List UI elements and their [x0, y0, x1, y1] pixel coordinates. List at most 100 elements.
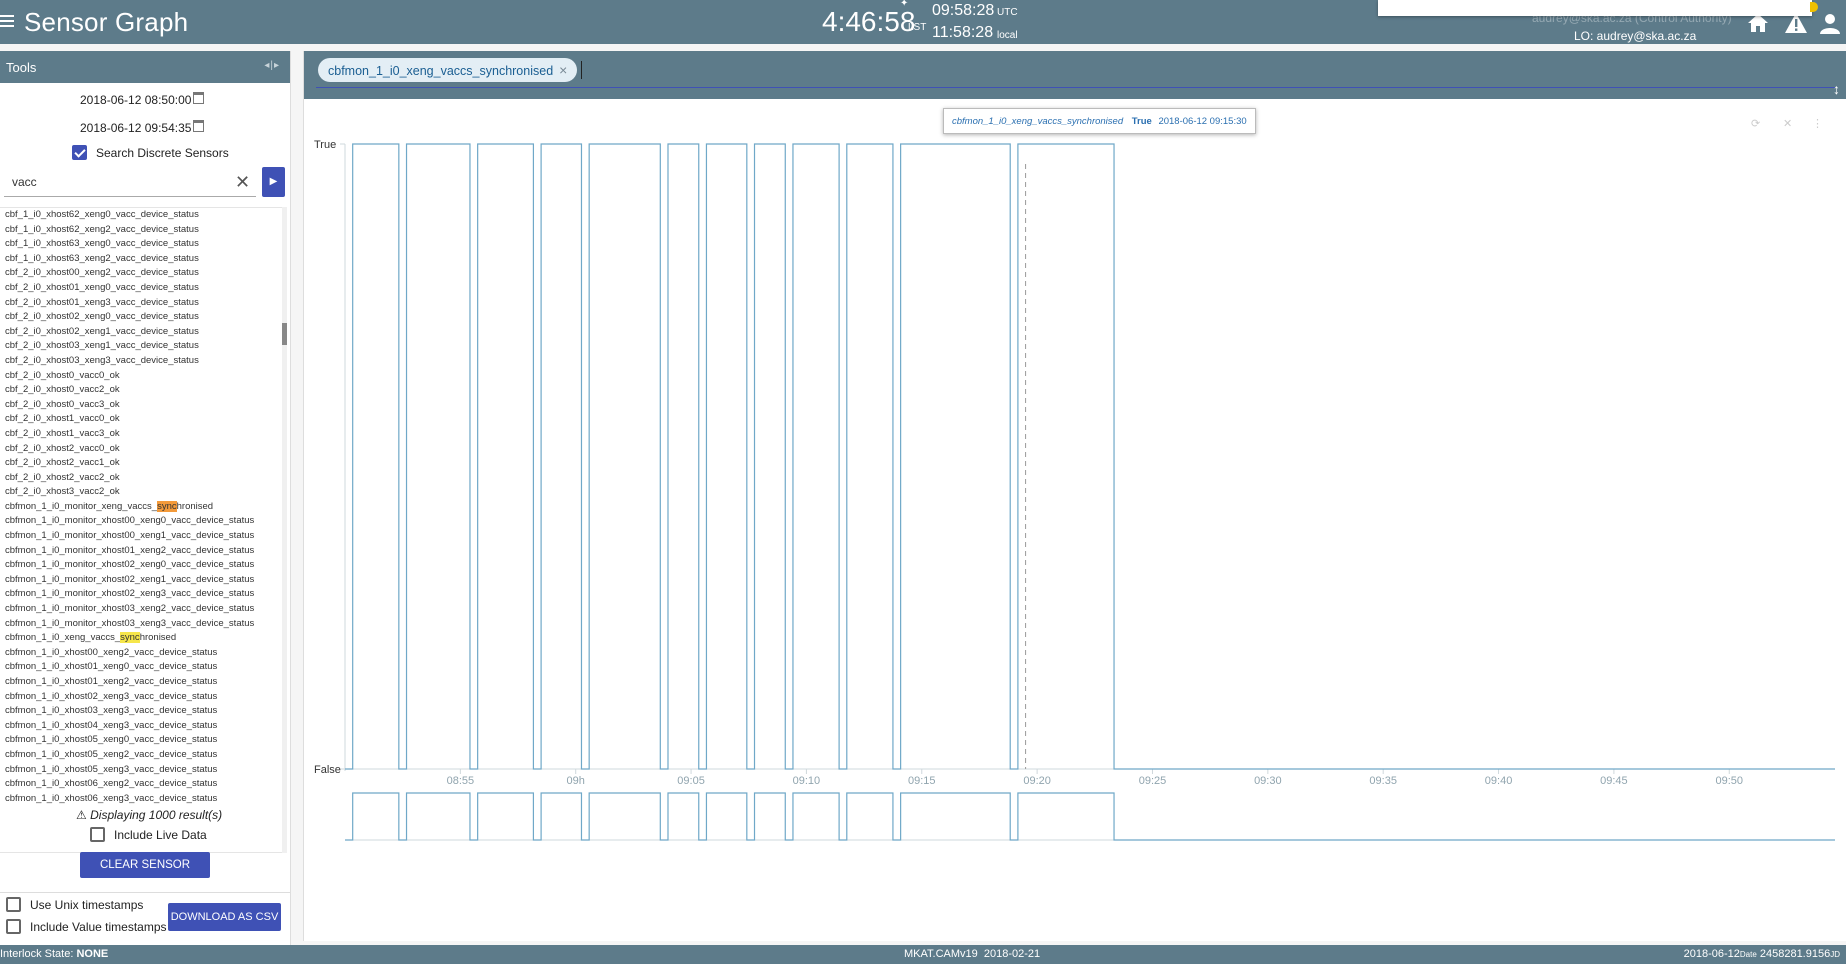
result-list-item[interactable]: cbf_2_i0_xhost03_xeng1_vacc_device_statu… [0, 339, 287, 354]
result-list-item[interactable]: cbfmon_1_i0_monitor_xhost00_xeng0_vacc_d… [0, 514, 287, 529]
chart-tooltip: cbfmon_1_i0_xeng_vaccs_synchronised True… [943, 108, 1256, 134]
result-list-item[interactable]: cbfmon_1_i0_xhost05_xeng3_vacc_device_st… [0, 763, 287, 778]
result-list-item[interactable]: cbfmon_1_i0_xhost01_xeng0_vacc_device_st… [0, 660, 287, 675]
search-match-highlight: sync [120, 632, 140, 644]
app-title: Sensor Graph [24, 7, 189, 37]
result-list-item[interactable]: cbf_2_i0_xhost2_vacc2_ok [0, 471, 287, 486]
result-list-item[interactable]: cbf_2_i0_xhost02_xeng1_vacc_device_statu… [0, 325, 287, 340]
refresh-icon[interactable]: ⟳ [1751, 117, 1760, 130]
series-line [345, 143, 1835, 770]
x-tick-label: 09:45 [1600, 775, 1628, 787]
result-list-item[interactable]: cbf_2_i0_xhost2_vacc0_ok [0, 442, 287, 457]
result-item-text: cbf_2_i0_xhost02_xeng1_vacc_device_statu… [5, 325, 199, 337]
result-list-item[interactable]: cbfmon_1_i0_xhost05_xeng2_vacc_device_st… [0, 748, 287, 763]
search-submit-button[interactable]: ▶ [262, 167, 285, 197]
search-match-highlight: sync [157, 500, 177, 512]
resize-handle-icon[interactable]: ↕ [1833, 81, 1840, 97]
result-list-item[interactable]: cbfmon_1_i0_xhost02_xeng3_vacc_device_st… [0, 690, 287, 705]
version-name: MKAT.CAMv19 [904, 948, 978, 960]
end-date-picker[interactable]: 2018-06-12 09:54:35 [0, 117, 291, 139]
result-list-item[interactable]: cbf_2_i0_xhost00_xeng2_vacc_device_statu… [0, 266, 287, 281]
result-item-text: cbf_2_i0_xhost3_vacc2_ok [5, 486, 120, 498]
result-item-text: cbf_2_i0_xhost0_vacc2_ok [5, 384, 120, 396]
unix-timestamps-checkbox[interactable] [6, 897, 21, 912]
result-list-item[interactable]: cbfmon_1_i0_monitor_xhost01_xeng2_vacc_d… [0, 544, 287, 559]
result-item-text: cbf_2_i0_xhost1_vacc0_ok [5, 413, 120, 425]
result-list-item[interactable]: cbfmon_1_i0_monitor_xhost00_xeng1_vacc_d… [0, 529, 287, 544]
result-list-item[interactable]: cbf_1_i0_xhost63_xeng0_vacc_device_statu… [0, 237, 287, 252]
result-list-item[interactable]: cbfmon_1_i0_monitor_xhost03_xeng2_vacc_d… [0, 602, 287, 617]
tools-title: Tools [6, 60, 37, 75]
local-clock: 11:58:28 [932, 24, 994, 41]
close-graph-icon[interactable]: ✕ [1783, 117, 1792, 130]
result-list-item[interactable]: cbf_1_i0_xhost62_xeng2_vacc_device_statu… [0, 223, 287, 238]
sensor-chip[interactable]: cbfmon_1_i0_xeng_vaccs_synchronised × [318, 58, 578, 82]
result-list-item[interactable]: cbfmon_1_i0_monitor_xeng_vaccs_synchroni… [0, 500, 287, 515]
lst-label: LST [908, 22, 927, 33]
result-list-item[interactable]: cbf_2_i0_xhost03_xeng3_vacc_device_statu… [0, 354, 287, 369]
download-csv-button[interactable]: DOWNLOAD AS CSV [168, 903, 281, 931]
result-list-item[interactable]: cbf_2_i0_xhost02_xeng0_vacc_device_statu… [0, 310, 287, 325]
result-list-item[interactable]: cbfmon_1_i0_xhost01_xeng2_vacc_device_st… [0, 675, 287, 690]
x-tick-label: 09:10 [793, 775, 821, 787]
result-item-text: cbfmon_1_i0_xhost01_xeng0_vacc_device_st… [5, 661, 218, 673]
local-label: local [997, 30, 1018, 41]
result-list-item[interactable]: cbf_2_i0_xhost0_vacc3_ok [0, 398, 287, 413]
search-discrete-label: Search Discrete Sensors [96, 146, 229, 160]
include-live-checkbox[interactable] [90, 827, 105, 842]
sensor-result-list[interactable]: cbf_1_i0_xhost62_xeng0_vacc_device_statu… [0, 207, 287, 853]
result-list-item[interactable]: cbf_1_i0_xhost63_xeng2_vacc_device_statu… [0, 252, 287, 267]
result-list-item[interactable]: cbfmon_1_i0_xhost03_xeng3_vacc_device_st… [0, 704, 287, 719]
result-list-item[interactable]: cbf_1_i0_xhost62_xeng0_vacc_device_statu… [0, 208, 287, 223]
result-list-scrollbar[interactable] [282, 207, 287, 853]
remove-sensor-icon[interactable]: × [559, 62, 567, 78]
result-list-item[interactable]: cbf_2_i0_xhost3_vacc2_ok [0, 485, 287, 500]
result-item-text: cbfmon_1_i0_xhost02_xeng3_vacc_device_st… [5, 690, 218, 702]
result-list-item[interactable]: cbf_2_i0_xhost1_vacc3_ok [0, 427, 287, 442]
result-list-item[interactable]: cbf_2_i0_xhost0_vacc2_ok [0, 383, 287, 398]
hamburger-menu-icon[interactable] [0, 12, 16, 32]
version-info: MKAT.CAMv19 2018-02-21 [904, 945, 1040, 964]
result-list-item[interactable]: cbfmon_1_i0_monitor_xhost02_xeng1_vacc_d… [0, 573, 287, 588]
result-list-item[interactable]: cbfmon_1_i0_xhost00_xeng2_vacc_device_st… [0, 646, 287, 661]
result-list-item[interactable]: cbfmon_1_i0_monitor_xhost02_xeng3_vacc_d… [0, 587, 287, 602]
result-list-item[interactable]: cbfmon_1_i0_xhost05_xeng0_vacc_device_st… [0, 733, 287, 748]
calendar-icon[interactable] [193, 120, 204, 132]
sensor-chip-label: cbfmon_1_i0_xeng_vaccs_synchronised [328, 64, 554, 78]
result-list-item[interactable]: cbf_2_i0_xhost2_vacc1_ok [0, 456, 287, 471]
start-date-picker[interactable]: 2018-06-12 08:50:00 [0, 89, 291, 111]
clear-sensor-graph-button[interactable]: CLEAR SENSOR GRAPH [80, 852, 210, 897]
result-list-item[interactable]: cbfmon_1_i0_xhost04_xeng3_vacc_device_st… [0, 719, 287, 734]
lst-clock: 4:46:58 [822, 6, 916, 37]
interlock-value: NONE [76, 948, 109, 960]
result-list-item[interactable]: cbfmon_1_i0_xhost06_xeng3_vacc_device_st… [0, 792, 287, 807]
collapse-panel-icon[interactable]: ◂|▸ [264, 60, 280, 71]
tools-header: Tools ◂|▸ [0, 51, 290, 83]
result-list-item[interactable]: cbfmon_1_i0_xhost06_xeng2_vacc_device_st… [0, 777, 287, 792]
calendar-icon[interactable] [193, 92, 204, 104]
clear-search-icon[interactable]: ✕ [235, 172, 250, 193]
sensor-chart[interactable]: True False 08:55 09h 09:05 09:10 09:15 09:20 09:… [304, 99, 1846, 941]
x-tick-label: 09:15 [908, 775, 936, 787]
x-tick-label: 09:50 [1715, 775, 1743, 787]
sensor-search-input[interactable] [4, 167, 256, 197]
result-item-text: cbfmon_1_i0_monitor_xhost03_xeng3_vacc_d… [5, 617, 255, 629]
result-list-item[interactable]: cbfmon_1_i0_xeng_vaccs_synchronised [0, 631, 287, 646]
result-list-item[interactable]: cbf_2_i0_xhost0_vacc0_ok [0, 369, 287, 384]
result-list-item[interactable]: cbf_2_i0_xhost1_vacc0_ok [0, 412, 287, 427]
value-timestamps-checkbox[interactable] [6, 919, 21, 934]
search-discrete-checkbox[interactable] [72, 145, 87, 160]
scrollbar-thumb[interactable] [282, 323, 287, 345]
result-list-item[interactable]: cbf_2_i0_xhost01_xeng0_vacc_device_statu… [0, 281, 287, 296]
result-list-item[interactable]: cbf_2_i0_xhost01_xeng3_vacc_device_statu… [0, 296, 287, 311]
result-item-text: cbf_2_i0_xhost0_vacc3_ok [5, 398, 120, 410]
y-tick-label: True [314, 139, 336, 151]
user-icon[interactable] [1818, 12, 1842, 34]
result-list-item[interactable]: cbfmon_1_i0_monitor_xhost02_xeng0_vacc_d… [0, 558, 287, 573]
more-options-icon[interactable]: ⋮ [1812, 117, 1823, 130]
result-list-item[interactable]: cbfmon_1_i0_monitor_xhost03_xeng3_vacc_d… [0, 617, 287, 632]
result-item-text: cbf_1_i0_xhost63_xeng2_vacc_device_statu… [5, 252, 199, 264]
result-count-warning: ⚠ Displaying 1000 result(s) [76, 808, 222, 822]
include-live-label: Include Live Data [114, 828, 207, 842]
result-count-text: Displaying 1000 result(s) [90, 808, 223, 822]
